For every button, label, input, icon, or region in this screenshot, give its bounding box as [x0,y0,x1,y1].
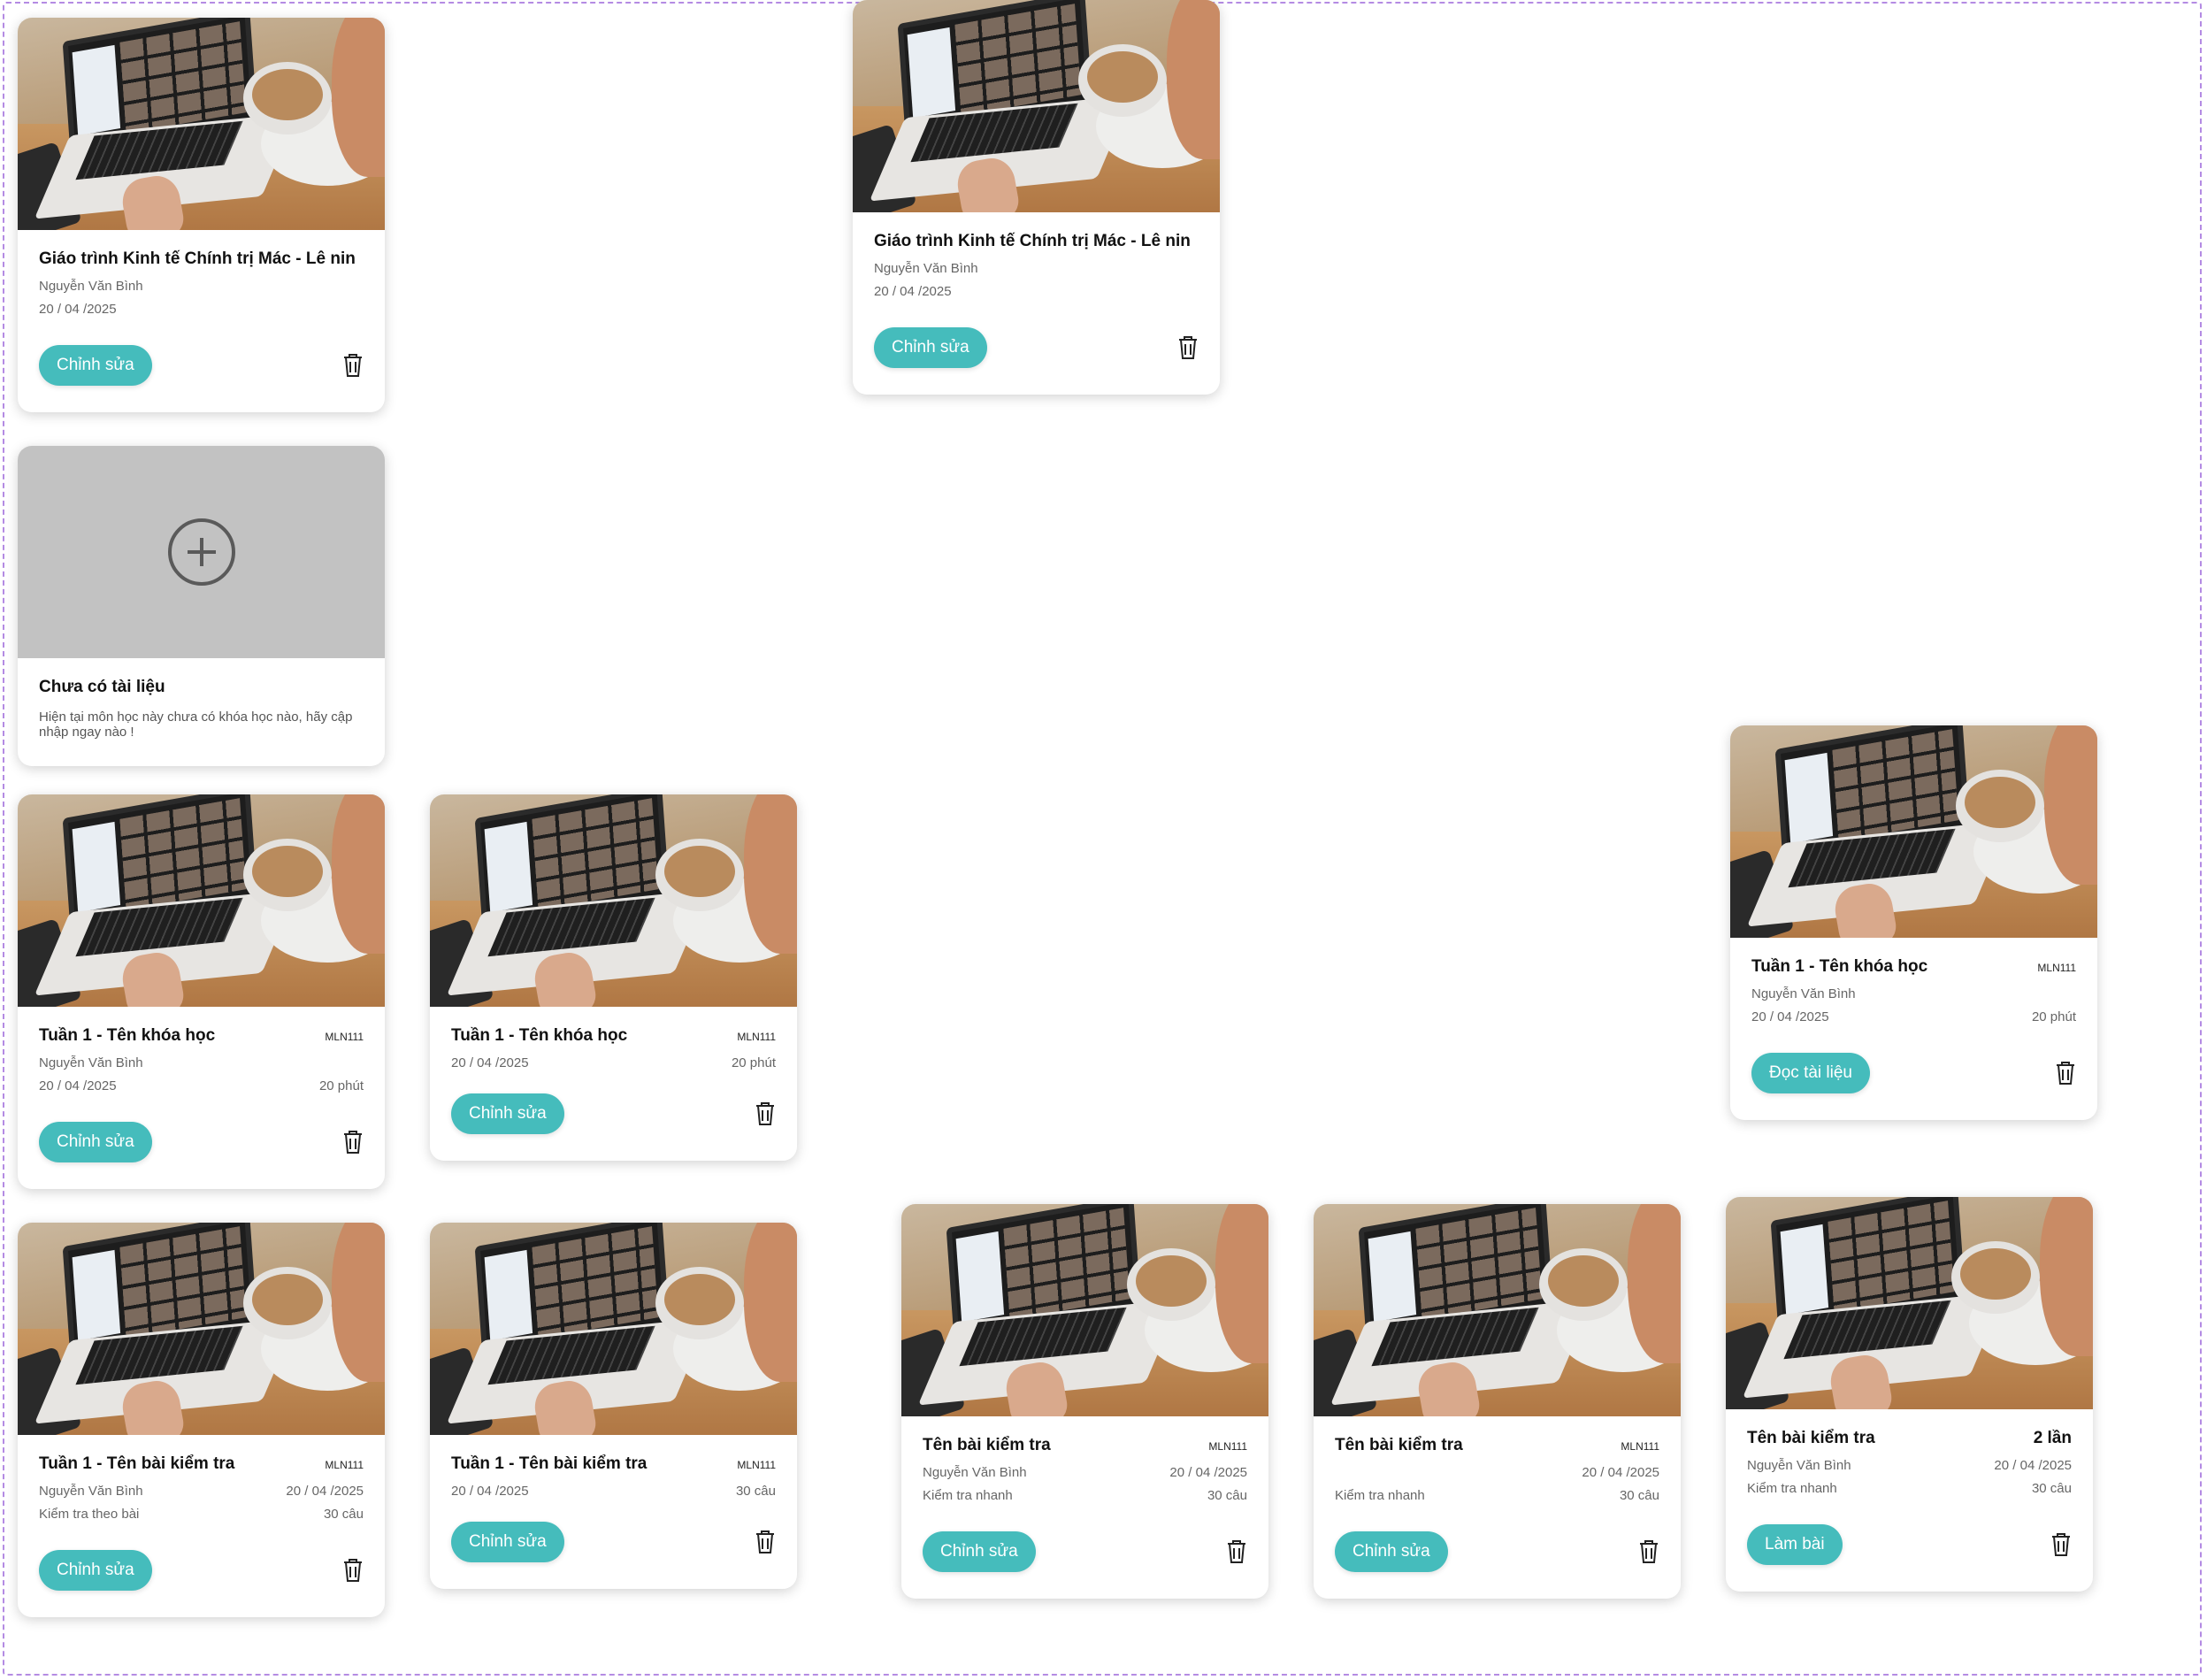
course-code: MLN111 [325,1031,364,1043]
read-document-button[interactable]: Đọc tài liệu [1751,1053,1870,1093]
card-date: 20 / 04 /2025 [1994,1458,2072,1473]
card-title: Tên bài kiểm tra [1747,1429,1875,1447]
edit-button[interactable]: Chỉnh sửa [39,1550,152,1591]
card-thumbnail [18,1223,385,1435]
card-title: Tuần 1 - Tên bài kiểm tra [39,1454,235,1473]
edit-button[interactable]: Chỉnh sửa [451,1522,564,1562]
trash-icon[interactable] [342,1130,364,1155]
card-thumbnail [430,1223,797,1435]
card-date: 20 / 04 /2025 [39,1078,117,1093]
card-title: Tuần 1 - Tên khóa học [39,1026,216,1045]
attempt-count: 2 lần [2033,1429,2072,1447]
trash-icon[interactable] [1226,1539,1247,1564]
course-card[interactable]: Tuần 1 - Tên khóa học MLN111 Nguyễn Văn B… [1730,725,2097,1120]
empty-document-card[interactable]: Chưa có tài liệu Hiện tại môn học này ch… [18,446,385,766]
quiz-type: Kiểm tra theo bài [39,1507,140,1522]
card-date: 20 / 04 /2025 [1582,1465,1659,1480]
placeholder-thumbnail [18,446,385,658]
course-code: MLN111 [737,1459,776,1471]
edit-button[interactable]: Chỉnh sửa [39,345,152,386]
card-title: Tuần 1 - Tên khóa học [1751,957,1928,976]
trash-icon[interactable] [2055,1061,2076,1085]
quiz-type: Kiểm tra nhanh [923,1488,1013,1503]
course-code: MLN111 [325,1459,364,1471]
card-thumbnail [1314,1204,1681,1416]
take-quiz-button[interactable]: Làm bài [1747,1524,1843,1565]
card-thumbnail [901,1204,1268,1416]
card-date: 20 / 04 /2025 [39,302,117,317]
trash-icon[interactable] [342,353,364,378]
card-author: Nguyễn Văn Bình [39,279,143,294]
edit-button[interactable]: Chỉnh sửa [923,1531,1036,1572]
card-thumbnail [1730,725,2097,938]
card-date: 20 / 04 /2025 [451,1484,529,1499]
card-title: Giáo trình Kinh tế Chính trị Mác - Lê ni… [39,249,356,268]
course-code: MLN111 [2037,962,2076,974]
course-code: MLN111 [737,1031,776,1043]
quiz-card[interactable]: Tên bài kiểm tra MLN111 20 / 04 /2025 Kiể… [1314,1204,1681,1599]
card-thumbnail [430,794,797,1007]
card-date: 20 / 04 /2025 [451,1055,529,1070]
edit-button[interactable]: Chỉnh sửa [874,327,987,368]
card-date: 20 / 04 /2025 [1751,1009,1829,1024]
card-author: Nguyễn Văn Bình [39,1055,143,1070]
card-date: 20 / 04 /2025 [874,284,952,299]
quiz-type: Kiểm tra nhanh [1747,1481,1837,1496]
document-card[interactable]: Giáo trình Kinh tế Chính trị Mác - Lê ni… [853,0,1220,395]
question-count: 30 câu [1619,1488,1659,1503]
card-author: Nguyễn Văn Bình [923,1465,1027,1480]
quiz-card[interactable]: Tuần 1 - Tên bài kiểm tra MLN111 Nguyễn V… [18,1223,385,1617]
card-title: Tên bài kiểm tra [1335,1436,1463,1454]
trash-icon[interactable] [755,1101,776,1126]
course-code: MLN111 [1621,1440,1659,1453]
card-duration: 20 phút [2031,1009,2076,1024]
card-title: Tuần 1 - Tên bài kiểm tra [451,1454,648,1473]
trash-icon[interactable] [1638,1539,1659,1564]
question-count: 30 câu [323,1507,364,1522]
trash-icon[interactable] [755,1530,776,1554]
document-card[interactable]: Giáo trình Kinh tế Chính trị Mác - Lê ni… [18,18,385,412]
trash-icon[interactable] [2050,1532,2072,1557]
quiz-card[interactable]: Tuần 1 - Tên bài kiểm tra MLN111 20 / 04 … [430,1223,797,1589]
question-count: 30 câu [735,1484,776,1499]
course-card[interactable]: Tuần 1 - Tên khóa học MLN111 20 / 04 /202… [430,794,797,1161]
card-date: 20 / 04 /2025 [286,1484,364,1499]
card-thumbnail [853,0,1220,212]
edit-button[interactable]: Chỉnh sửa [1335,1531,1448,1572]
card-thumbnail [18,18,385,230]
edit-button[interactable]: Chỉnh sửa [451,1093,564,1134]
card-title: Giáo trình Kinh tế Chính trị Mác - Lê ni… [874,232,1191,250]
card-duration: 20 phút [318,1078,364,1093]
quiz-card[interactable]: Tên bài kiểm tra MLN111 Nguyễn Văn Bình 20… [901,1204,1268,1599]
card-thumbnail [1726,1197,2093,1409]
card-author: Nguyễn Văn Bình [1747,1458,1851,1473]
trash-icon[interactable] [342,1558,364,1583]
empty-title: Chưa có tài liệu [39,678,165,696]
course-code: MLN111 [1208,1440,1247,1453]
edit-button[interactable]: Chỉnh sửa [39,1122,152,1162]
empty-description: Hiện tại môn học này chưa có khóa học nà… [39,710,353,740]
plus-circle-icon[interactable] [167,518,235,586]
card-author: Nguyễn Văn Bình [874,261,978,276]
quiz-card[interactable]: Tên bài kiểm tra 2 lần Nguyễn Văn Bình 20 … [1726,1197,2093,1592]
card-author: Nguyễn Văn Bình [39,1484,143,1499]
quiz-type: Kiểm tra nhanh [1335,1488,1425,1503]
card-date: 20 / 04 /2025 [1169,1465,1247,1480]
card-thumbnail [18,794,385,1007]
course-card[interactable]: Tuần 1 - Tên khóa học MLN111 Nguyễn Văn B… [18,794,385,1189]
card-title: Tên bài kiểm tra [923,1436,1051,1454]
trash-icon[interactable] [1177,335,1199,360]
question-count: 30 câu [1207,1488,1247,1503]
card-author: Nguyễn Văn Bình [1751,986,1856,1001]
card-duration: 20 phút [731,1055,776,1070]
card-title: Tuần 1 - Tên khóa học [451,1026,628,1045]
question-count: 30 câu [2031,1481,2072,1496]
